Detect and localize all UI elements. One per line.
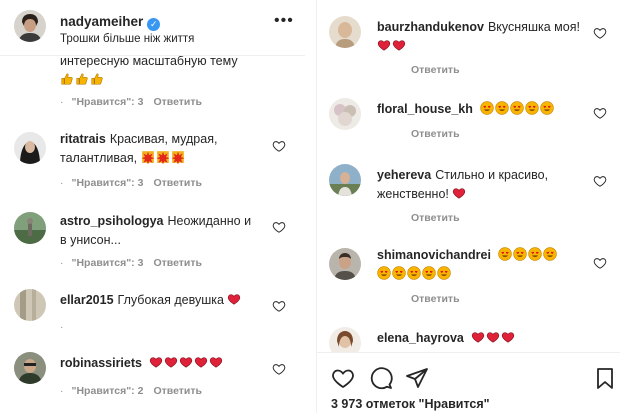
post-likes-count[interactable]: 3 973 отметок "Нравится"	[331, 397, 490, 411]
comment-meta: · "Нравится": 3 Ответить	[60, 257, 202, 269]
anger-emoji	[141, 150, 155, 164]
comment-text: интересную масштабную тему	[60, 54, 238, 68]
comment-likes-link[interactable]: "Нравится": 2	[72, 385, 144, 397]
avatar[interactable]	[14, 132, 46, 164]
red-heart-emoji	[227, 292, 241, 306]
red-heart-emoji	[377, 38, 391, 52]
reply-button[interactable]: Ответить	[153, 96, 202, 108]
comment-likes-link[interactable]: "Нравится": 3	[72, 177, 144, 189]
comment-likes-link[interactable]: "Нравится": 3	[72, 96, 144, 108]
heart-eyes-emoji	[422, 266, 436, 280]
thumbs-up-emoji	[75, 72, 89, 86]
share-paper-plane-icon[interactable]	[405, 366, 429, 390]
red-heart-emoji	[149, 355, 163, 369]
heart-eyes-emoji	[480, 101, 494, 115]
comment-username[interactable]: robinassiriets	[60, 356, 142, 370]
reply-button[interactable]: Ответить	[411, 293, 460, 305]
avatar[interactable]	[14, 212, 46, 244]
like-comment-heart-icon[interactable]	[593, 174, 607, 188]
red-heart-emoji	[392, 38, 406, 52]
post-action-bar: 3 973 отметок "Нравится"	[317, 352, 620, 413]
avatar[interactable]	[14, 352, 46, 384]
red-heart-emoji	[501, 330, 515, 344]
like-post-heart-icon[interactable]	[331, 366, 355, 390]
avatar[interactable]	[329, 164, 361, 196]
more-options-icon[interactable]: •••	[274, 12, 294, 30]
reply-button[interactable]: Ответить	[411, 212, 460, 224]
heart-eyes-emoji	[392, 266, 406, 280]
avatar[interactable]	[14, 289, 46, 321]
comment-username[interactable]: astro_psihologya	[60, 214, 164, 228]
comment-username[interactable]: shimanovichandrei	[377, 248, 491, 262]
red-heart-emoji	[486, 330, 500, 344]
heart-eyes-emoji	[407, 266, 421, 280]
save-bookmark-icon[interactable]	[593, 366, 617, 390]
red-heart-emoji	[179, 355, 193, 369]
comment-username[interactable]: elena_hayrova	[377, 331, 464, 345]
like-comment-heart-icon[interactable]	[593, 26, 607, 40]
heart-eyes-emoji	[513, 247, 527, 261]
comments-panel: интересную масштабную тему · "Нравится": …	[0, 0, 305, 413]
verified-badge-icon: ✓	[147, 18, 161, 31]
heart-eyes-emoji	[437, 266, 451, 280]
post-author-username[interactable]: nadyameiher	[60, 14, 143, 29]
like-comment-heart-icon[interactable]	[272, 362, 286, 376]
post-author-bio: Трошки більше ніж життя	[60, 33, 195, 45]
comment-bubble-icon[interactable]	[369, 366, 393, 390]
comments-panel-continued: baurzhandukenov Вкусняшка моя! Ответить f…	[316, 0, 620, 413]
anger-emoji	[171, 150, 185, 164]
red-heart-emoji	[452, 186, 466, 200]
avatar[interactable]	[329, 98, 361, 130]
like-comment-heart-icon[interactable]	[593, 106, 607, 120]
heart-eyes-emoji	[377, 266, 391, 280]
heart-eyes-emoji	[543, 247, 557, 261]
reply-button[interactable]: Ответить	[153, 257, 202, 269]
like-comment-heart-icon[interactable]	[272, 220, 286, 234]
like-comment-heart-icon[interactable]	[593, 256, 607, 270]
comment-username[interactable]: yehereva	[377, 168, 431, 182]
reply-button[interactable]: Ответить	[411, 64, 460, 76]
heart-eyes-emoji	[540, 101, 554, 115]
thumbs-up-emoji	[90, 72, 104, 86]
heart-eyes-emoji	[498, 247, 512, 261]
comment-username[interactable]: baurzhandukenov	[377, 20, 484, 34]
red-heart-emoji	[209, 355, 223, 369]
heart-eyes-emoji	[525, 101, 539, 115]
heart-eyes-emoji	[495, 101, 509, 115]
thumbs-up-emoji	[60, 72, 74, 86]
avatar[interactable]	[329, 248, 361, 280]
comment-meta: · "Нравится": 3 Ответить	[60, 96, 202, 108]
comment-text: Глубокая девушка	[117, 293, 224, 307]
comment-username[interactable]: ellar2015	[60, 293, 114, 307]
comment-likes-link[interactable]: "Нравится": 3	[72, 257, 144, 269]
reply-button[interactable]: Ответить	[153, 177, 202, 189]
comment-meta: · "Нравится": 2 Ответить	[60, 385, 202, 397]
heart-eyes-emoji	[528, 247, 542, 261]
reply-button[interactable]: Ответить	[153, 385, 202, 397]
like-comment-heart-icon[interactable]	[272, 299, 286, 313]
comment-username[interactable]: floral_house_kh	[377, 102, 473, 116]
avatar[interactable]	[329, 16, 361, 48]
red-heart-emoji	[164, 355, 178, 369]
anger-emoji	[156, 150, 170, 164]
post-header: nadyameiher ✓ Трошки більше ніж життя •••	[0, 0, 305, 56]
red-heart-emoji	[194, 355, 208, 369]
heart-eyes-emoji	[510, 101, 524, 115]
red-heart-emoji	[471, 330, 485, 344]
reply-button[interactable]: Ответить	[411, 128, 460, 140]
comment-text: Вкусняшка моя!	[487, 20, 580, 34]
comment-meta: · "Нравится": 3 Ответить	[60, 177, 202, 189]
comment-username[interactable]: ritatrais	[60, 132, 106, 146]
like-comment-heart-icon[interactable]	[272, 139, 286, 153]
avatar[interactable]	[14, 10, 46, 42]
comment-meta: ·	[60, 321, 64, 333]
